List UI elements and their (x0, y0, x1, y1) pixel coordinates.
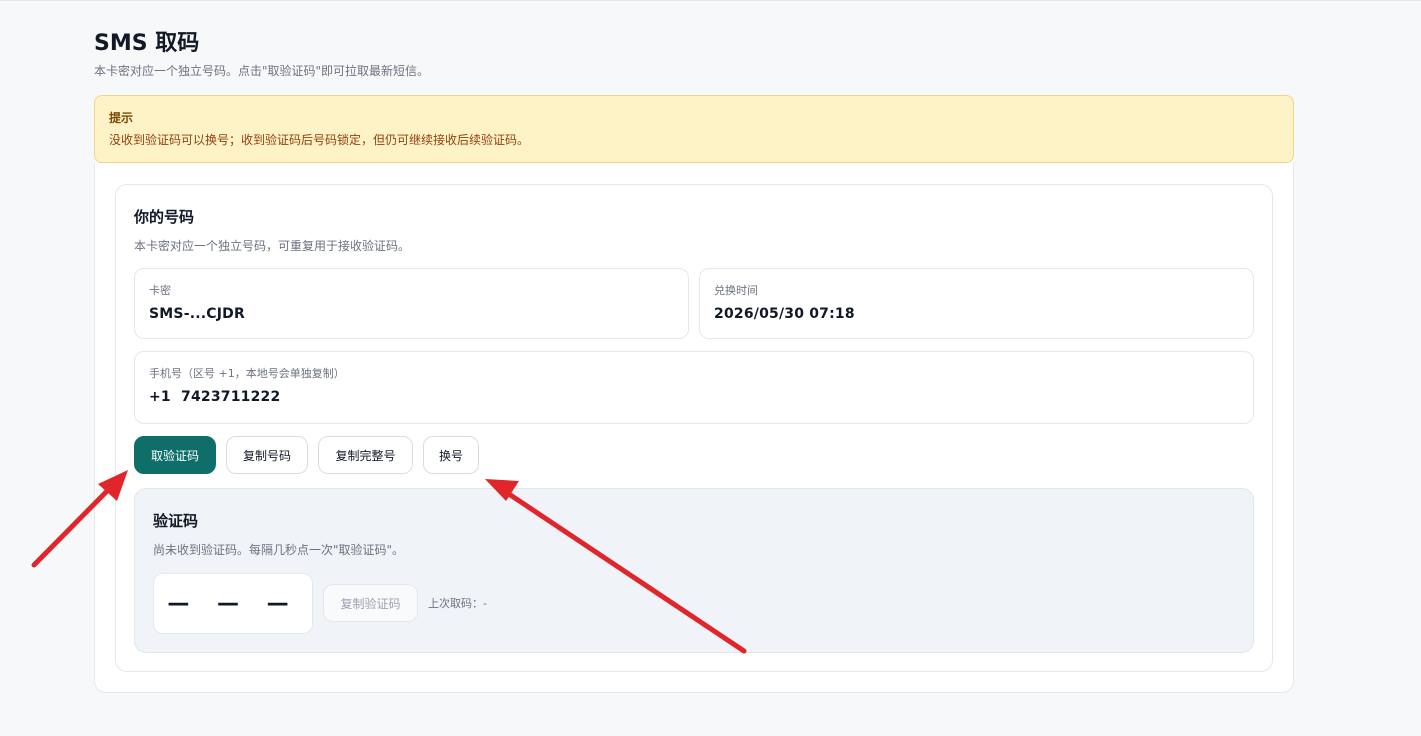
redeem-time-value: 2026/05/30 07:18 (714, 306, 855, 322)
card-key-value: SMS-...CJDR (149, 306, 245, 322)
notice-banner: 提示 没收到验证码可以换号；收到验证码后号码锁定，但仍可继续接收后续验证码。 (94, 95, 1294, 163)
code-section-description: 尚未收到验证码。每隔几秒点一次"取验证码"。 (153, 543, 405, 557)
notice-title: 提示 (109, 111, 134, 125)
get-code-button[interactable]: 取验证码 (134, 436, 216, 474)
phone-label: 手机号（区号 +1，本地号会单独复制） (149, 367, 345, 380)
copy-number-button[interactable]: 复制号码 (226, 436, 308, 474)
card-key-label: 卡密 (149, 284, 171, 297)
phone-value[interactable]: +1 7423711222 (149, 389, 1239, 405)
change-number-button[interactable]: 换号 (423, 436, 479, 474)
card-key-field: 卡密 SMS-...CJDR (134, 268, 689, 339)
last-fetch-text: 上次取码：- (428, 597, 487, 610)
redeem-time-label: 兑换时间 (714, 284, 758, 297)
number-section-title: 你的号码 (134, 208, 195, 226)
number-section-description: 本卡密对应一个独立号码，可重复用于接收验证码。 (134, 239, 411, 253)
page-title: SMS 取码 (94, 31, 200, 56)
page: SMS 取码 本卡密对应一个独立号码。点击"取验证码"即可拉取最新短信。 提示 … (0, 0, 1421, 736)
copy-code-button[interactable]: 复制验证码 (323, 584, 418, 622)
code-section-title: 验证码 (153, 512, 199, 530)
redeem-time-field: 兑换时间 2026/05/30 07:18 (699, 268, 1254, 339)
page-subtitle: 本卡密对应一个独立号码。点击"取验证码"即可拉取最新短信。 (94, 64, 430, 78)
notice-text: 没收到验证码可以换号；收到验证码后号码锁定，但仍可继续接收后续验证码。 (109, 133, 530, 147)
phone-field: 手机号（区号 +1，本地号会单独复制） +1 7423711222 (134, 351, 1254, 424)
verification-code-display: — — — (153, 573, 313, 634)
copy-full-number-button[interactable]: 复制完整号 (318, 436, 413, 474)
